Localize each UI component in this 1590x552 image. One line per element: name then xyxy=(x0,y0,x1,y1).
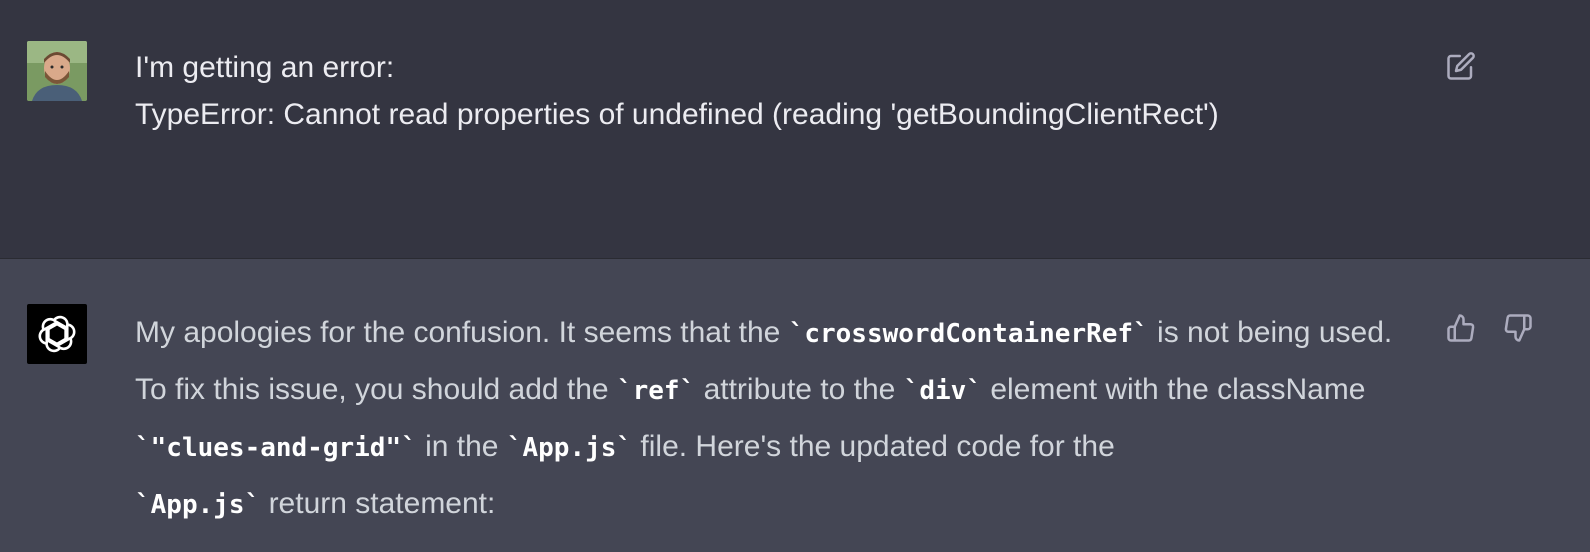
inline-code: `div` xyxy=(903,376,982,406)
thumbs-up-icon xyxy=(1447,314,1475,342)
message-text: My apologies for the confusion. It seems… xyxy=(135,316,789,349)
inline-code: `ref` xyxy=(616,376,696,406)
edit-button[interactable] xyxy=(1443,48,1479,84)
user-message-text: I'm getting an error: TypeError: Cannot … xyxy=(135,44,1395,138)
message-text: file. Here's the updated code for the xyxy=(632,430,1115,463)
user-avatar xyxy=(27,41,87,101)
thumbs-up-button[interactable] xyxy=(1443,310,1479,346)
thumbs-down-button[interactable] xyxy=(1500,310,1536,346)
message-text: in the xyxy=(416,430,507,463)
user-message-line: TypeError: Cannot read properties of und… xyxy=(135,98,1219,131)
assistant-avatar xyxy=(27,304,87,364)
openai-logo-icon xyxy=(38,315,76,353)
user-message: I'm getting an error: TypeError: Cannot … xyxy=(0,0,1590,259)
assistant-message-text: My apologies for the confusion. It seems… xyxy=(135,305,1410,533)
inline-code: `App.js` xyxy=(135,490,261,520)
user-message-line: I'm getting an error: xyxy=(135,51,395,84)
inline-code: `"clues-and-grid"` xyxy=(135,433,417,463)
thumbs-down-icon xyxy=(1504,314,1532,342)
message-text: element with the className xyxy=(981,373,1366,406)
message-text: attribute to the xyxy=(695,373,904,406)
user-photo-avatar xyxy=(27,41,87,101)
edit-icon xyxy=(1447,52,1475,80)
inline-code: `crosswordContainerRef` xyxy=(788,319,1149,349)
inline-code: `App.js` xyxy=(506,433,633,463)
message-text: return statement: xyxy=(260,487,496,520)
